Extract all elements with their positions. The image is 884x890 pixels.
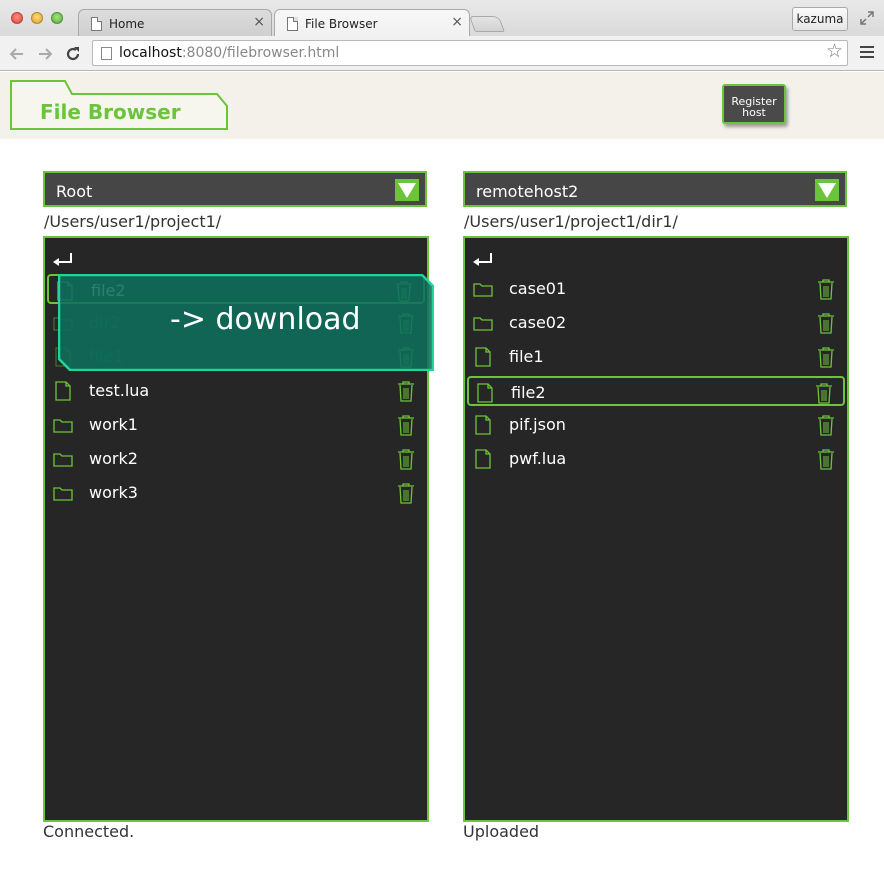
trash-icon[interactable] — [397, 380, 415, 402]
item-name: test.lua — [89, 381, 150, 400]
fullscreen-icon[interactable] — [859, 10, 875, 26]
item-name: case01 — [509, 279, 567, 298]
tab-file-browser[interactable]: File Browser × — [274, 9, 470, 37]
file-row[interactable]: pwf.lua — [467, 444, 845, 474]
parent-directory-icon[interactable] — [471, 250, 497, 266]
folder-icon — [473, 317, 493, 331]
item-name: work2 — [89, 449, 138, 468]
folder-row[interactable]: work3 — [47, 478, 425, 508]
register-host-button[interactable]: Register host — [722, 84, 786, 124]
status-text: Uploaded — [463, 822, 540, 841]
reload-icon[interactable] — [63, 44, 83, 64]
forward-icon[interactable] — [35, 44, 55, 64]
minimize-window-button[interactable] — [31, 12, 43, 24]
current-path: /Users/user1/project1/ — [44, 212, 222, 231]
item-name: case02 — [509, 313, 567, 332]
folder-icon — [53, 419, 73, 433]
file-icon — [475, 347, 491, 367]
folder-row[interactable]: case01 — [467, 274, 845, 304]
close-icon[interactable]: × — [253, 15, 265, 29]
folder-icon — [53, 453, 73, 467]
page-icon — [91, 17, 102, 31]
trash-icon[interactable] — [817, 448, 835, 470]
bookmark-star-icon[interactable]: ☆ — [826, 42, 843, 61]
file-row[interactable]: pif.json — [467, 410, 845, 440]
current-path: /Users/user1/project1/dir1/ — [464, 212, 678, 231]
file-row[interactable]: file2 — [467, 376, 845, 406]
item-name: pwf.lua — [509, 449, 567, 468]
parent-directory-icon[interactable] — [51, 250, 77, 266]
trash-icon[interactable] — [817, 414, 835, 436]
trash-icon[interactable] — [397, 482, 415, 504]
item-name: file2 — [511, 383, 546, 402]
folder-row[interactable]: case02 — [467, 308, 845, 338]
browser-titlebar: Home × File Browser × kazuma — [0, 0, 884, 37]
status-text: Connected. — [43, 822, 135, 841]
trash-icon[interactable] — [817, 312, 835, 334]
trash-icon[interactable] — [817, 278, 835, 300]
back-icon[interactable] — [7, 44, 27, 64]
folder-row[interactable]: work1 — [47, 410, 425, 440]
close-window-button[interactable] — [11, 12, 23, 24]
host-select-value: Root — [56, 182, 93, 201]
file-row[interactable]: test.lua — [47, 376, 425, 406]
page-icon — [287, 17, 298, 31]
folder-icon — [473, 283, 493, 297]
item-name: work3 — [89, 483, 138, 502]
file-icon — [55, 381, 71, 401]
address-bar[interactable]: localhost:8080/filebrowser.html ☆ — [92, 40, 848, 66]
tab-label: Home — [109, 17, 145, 31]
profile-button[interactable]: kazuma — [792, 7, 848, 31]
new-tab-button[interactable] — [469, 16, 505, 32]
menu-icon[interactable] — [860, 46, 874, 60]
host-select-right[interactable]: remotehost2 — [463, 171, 847, 207]
folder-row[interactable]: work2 — [47, 444, 425, 474]
trash-icon[interactable] — [397, 414, 415, 436]
folder-icon — [53, 487, 73, 501]
page-icon — [101, 47, 112, 60]
trash-icon[interactable] — [397, 448, 415, 470]
file-icon — [477, 383, 493, 403]
item-name: work1 — [89, 415, 138, 434]
dropdown-arrow-icon[interactable] — [395, 179, 419, 201]
file-icon — [475, 415, 491, 435]
browser-toolbar: localhost:8080/filebrowser.html ☆ — [0, 36, 884, 71]
dropdown-arrow-icon[interactable] — [815, 179, 839, 201]
page-title: File Browser — [40, 100, 181, 124]
tab-label: File Browser — [305, 17, 378, 31]
file-row[interactable]: file1 — [467, 342, 845, 372]
register-host-label: Register host — [731, 95, 777, 119]
file-list-right: case01 case02 file1 file2 pif.json pwf.lua — [463, 236, 849, 822]
item-name: file1 — [509, 347, 544, 366]
close-icon[interactable]: × — [451, 15, 463, 29]
file-icon — [475, 449, 491, 469]
drag-action-label: -> download — [170, 302, 361, 337]
item-name: pif.json — [509, 415, 566, 434]
tab-home[interactable]: Home × — [78, 9, 272, 37]
trash-icon[interactable] — [817, 346, 835, 368]
host-select-value: remotehost2 — [476, 182, 579, 201]
host-select-left[interactable]: Root — [43, 171, 427, 207]
zoom-window-button[interactable] — [51, 12, 63, 24]
trash-icon[interactable] — [815, 382, 833, 404]
url-text: localhost:8080/filebrowser.html — [119, 45, 340, 61]
